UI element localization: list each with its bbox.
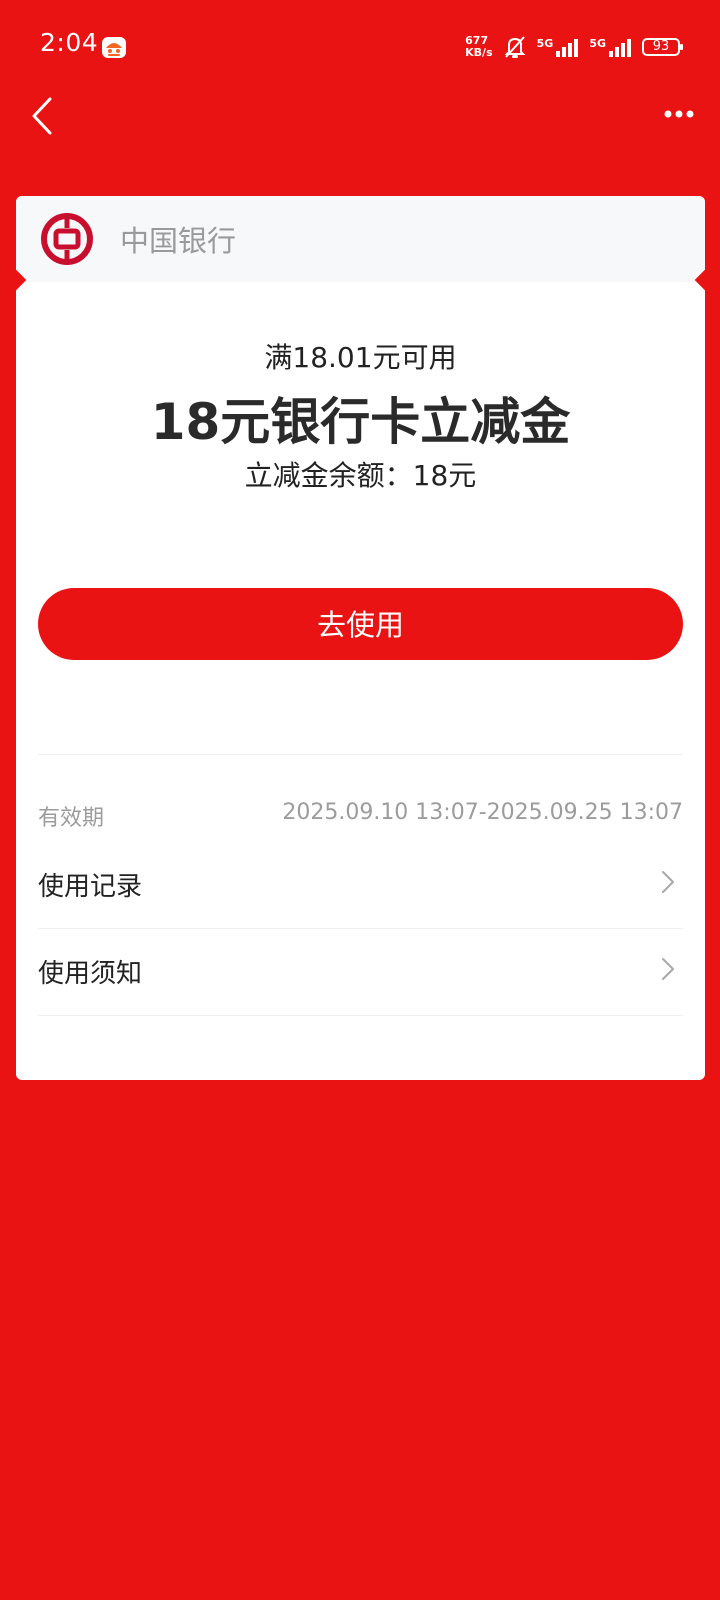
signal-2: 5G [589,37,634,57]
coupon-balance: 立减金余额：18元 [244,459,477,492]
net-speed: 677 KB/s [465,35,492,59]
bank-of-china-logo [41,213,93,265]
signal-bars-icon [556,39,579,57]
signal-2-label: 5G [589,37,606,50]
signal-1-label: 5G [536,37,554,50]
mute-bell-icon [504,36,526,58]
card-header: 中国银行 [16,196,705,282]
status-right: 677 KB/s 5G 5G 93 [465,30,683,64]
app-notification-icon [102,37,126,58]
nav-bar [0,92,720,182]
validity-label: 有效期 [38,806,105,831]
status-bar: 2:04 677 KB/s 5G 5G 93 [0,0,720,92]
more-horizontal-icon[interactable] [664,104,694,124]
divider [38,754,683,755]
coupon-title: 18元银行卡立减金 [150,393,571,451]
bank-name: 中国银行 [120,224,237,258]
battery-icon: 93 [642,38,683,56]
validity-value: 2025.09.10 13:07-2025.09.25 13:07 [282,800,683,825]
signal-1: 5G [537,37,582,57]
row-label: 使用须知 [38,959,143,989]
signal-bars-icon [609,39,631,57]
chevron-right-icon [662,871,674,893]
chevron-right-icon [662,958,674,980]
usage-notice-row[interactable]: 使用须知 [38,929,683,1015]
divider [38,1015,683,1016]
net-speed-unit: KB/s [465,46,493,59]
row-label: 使用记录 [38,872,143,902]
coupon-card: 中国银行 满18.01元可用 18元银行卡立减金 立减金余额：18元 去使用 有… [16,196,705,1080]
use-coupon-button[interactable]: 去使用 [38,588,683,660]
usage-records-row[interactable]: 使用记录 [38,842,683,928]
status-time: 2:04 [40,28,99,57]
usage-threshold: 满18.01元可用 [264,341,457,374]
chevron-left-icon[interactable] [30,96,54,136]
